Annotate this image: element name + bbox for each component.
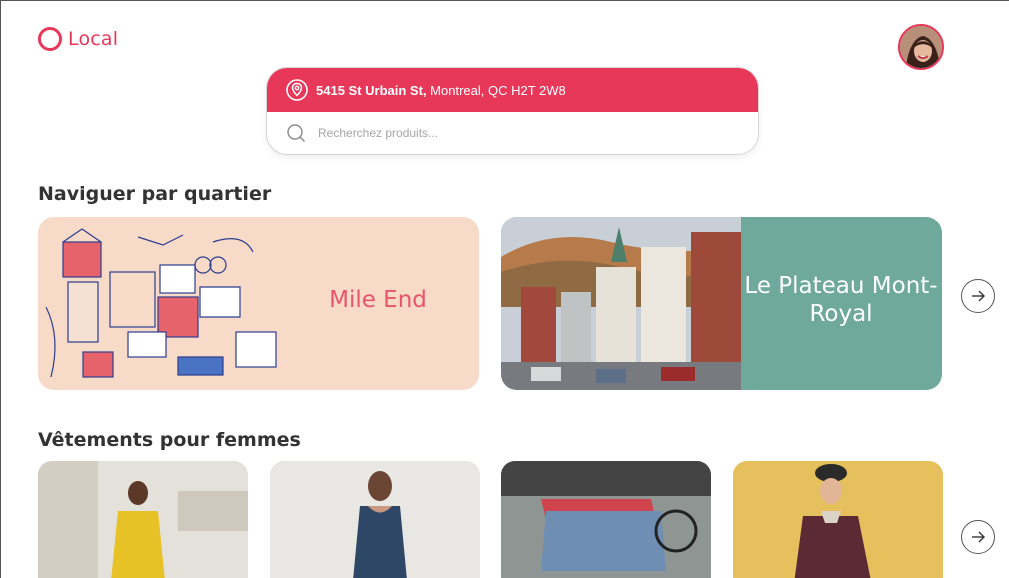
neighbourhood-label: Mile End <box>329 287 427 313</box>
location-pin-icon <box>286 79 308 101</box>
product-card[interactable] <box>38 461 248 578</box>
section-title-neighbourhoods: Naviguer par quartier <box>38 183 272 205</box>
neighbourhood-next-button[interactable] <box>961 279 995 313</box>
neighbourhood-card-plateau[interactable]: Le Plateau Mont-Royal <box>501 217 942 390</box>
logo-text: Local <box>68 28 119 50</box>
section-title-womens-clothing: Vêtements pour femmes <box>38 429 301 451</box>
address-city: Montreal, QC H2T 2W8 <box>430 82 566 98</box>
arrow-right-icon <box>972 531 985 543</box>
plateau-street-photo <box>501 217 741 390</box>
product-photo-icon <box>38 461 248 578</box>
product-card[interactable] <box>270 461 480 578</box>
mile-end-illustration <box>45 228 277 378</box>
product-card[interactable] <box>501 461 711 578</box>
address-street: 5415 St Urbain St, <box>316 82 427 98</box>
search-placeholder: Recherchez produits... <box>318 126 439 140</box>
neighbourhood-card-mile-end[interactable]: Mile End <box>38 217 479 390</box>
search-input[interactable]: Recherchez produits... <box>267 112 758 154</box>
product-card[interactable] <box>733 461 943 578</box>
address-bar[interactable]: 5415 St Urbain St, Montreal, QC H2T 2W8 <box>267 68 758 112</box>
neighbourhood-label: Le Plateau Mont-Royal <box>744 273 938 327</box>
app-logo[interactable]: Local <box>38 27 118 51</box>
user-avatar[interactable] <box>898 24 944 70</box>
product-photo-icon <box>501 461 711 578</box>
logo-ring-icon <box>38 27 62 51</box>
search-icon <box>287 124 305 142</box>
products-next-button[interactable] <box>961 520 995 554</box>
arrow-right-icon <box>972 290 985 302</box>
product-photo-icon <box>733 461 943 578</box>
location-search-card: 5415 St Urbain St, Montreal, QC H2T 2W8 … <box>267 68 758 154</box>
product-photo-icon <box>270 461 480 578</box>
